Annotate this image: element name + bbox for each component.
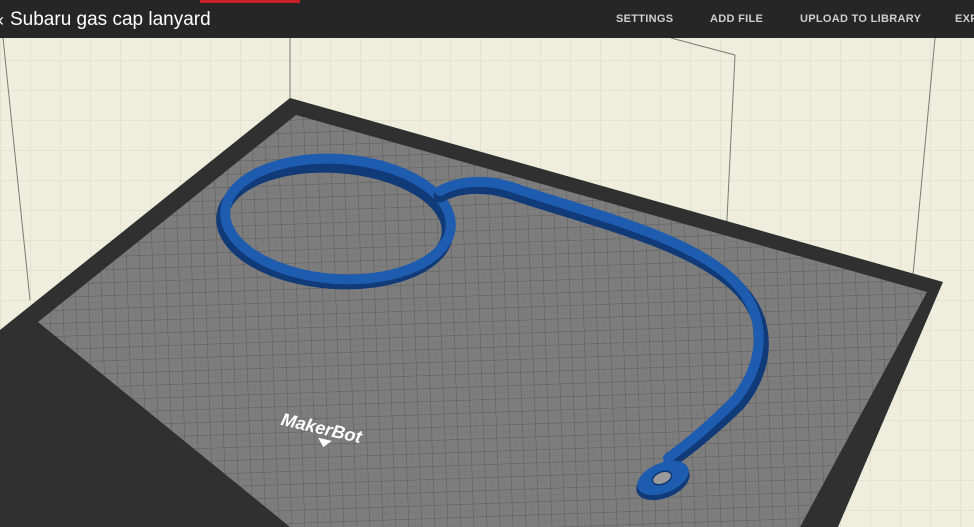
makerbot-desktop-window: ‹ Subaru gas cap lanyard SETTINGS ADD FI… (0, 0, 974, 527)
export-button[interactable]: EXP (955, 0, 974, 38)
top-toolbar: ‹ Subaru gas cap lanyard SETTINGS ADD FI… (0, 0, 974, 38)
upload-to-library-button[interactable]: UPLOAD TO LIBRARY (800, 0, 921, 38)
active-tab-indicator (200, 0, 300, 3)
settings-button[interactable]: SETTINGS (616, 0, 673, 38)
chevron-left-icon[interactable]: ‹ (0, 10, 4, 30)
title-area: ‹ Subaru gas cap lanyard (0, 8, 211, 32)
scene-canvas[interactable]: MakerBot (0, 38, 974, 527)
add-file-button[interactable]: ADD FILE (710, 0, 763, 38)
3d-viewport[interactable]: MakerBot (0, 38, 974, 527)
project-title: Subaru gas cap lanyard (10, 9, 211, 30)
